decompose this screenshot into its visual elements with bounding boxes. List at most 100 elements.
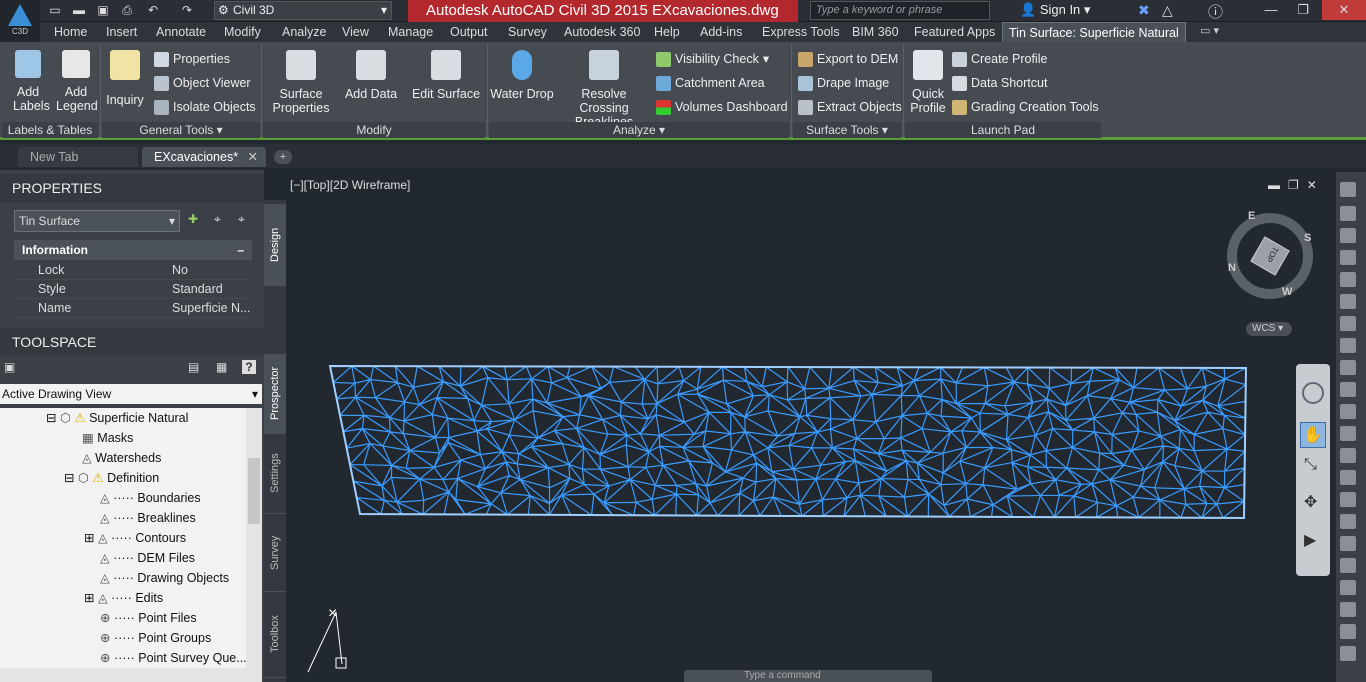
open-icon[interactable]: ▬ (70, 2, 88, 18)
resolve-crossing-breaklines-button[interactable]: Resolve Crossing Breaklines (558, 50, 650, 129)
ribbon-options-icon[interactable]: ▭ ▾ (1200, 24, 1219, 37)
print-icon[interactable]: ⎙ (118, 2, 136, 18)
tool-icon[interactable] (1340, 580, 1356, 595)
isolate-objects-button[interactable]: Isolate Objects (154, 96, 256, 118)
visibility-check-button[interactable]: Visibility Check ▾ (656, 48, 769, 70)
properties-button[interactable]: Properties (154, 48, 230, 70)
pan-icon[interactable]: ✋ (1300, 422, 1326, 448)
tab-bim-360[interactable]: BIM 360 (846, 22, 905, 42)
compass-w[interactable]: W (1282, 286, 1292, 298)
steering-wheel-icon[interactable] (1302, 382, 1324, 404)
minimize-button[interactable]: — (1256, 0, 1286, 20)
tab-featured-apps[interactable]: Featured Apps (908, 22, 1001, 42)
tree-item-boundaries[interactable]: ◬ ····· Boundaries (0, 488, 262, 508)
new-icon[interactable]: ▭ (46, 2, 64, 18)
tool-icon[interactable] (1340, 470, 1356, 485)
tab-modify[interactable]: Modify (218, 22, 267, 42)
tab-express-tools[interactable]: Express Tools (756, 22, 846, 42)
pickadd-icon[interactable]: ⌖ (238, 212, 245, 227)
tab-add-ins[interactable]: Add-ins (694, 22, 748, 42)
active-drawing-view-select[interactable]: Active Drawing View ▾ (0, 384, 262, 404)
tool-icon[interactable] (1340, 624, 1356, 639)
tool-icon[interactable] (1340, 448, 1356, 463)
edit-surface-button[interactable]: Edit Surface (408, 50, 484, 101)
wcs-menu[interactable]: WCS ▾ (1246, 322, 1292, 336)
compass-s[interactable]: S (1304, 232, 1311, 244)
volumes-dashboard-button[interactable]: Volumes Dashboard (656, 96, 788, 118)
add-legend-button[interactable]: Add Legend (54, 50, 98, 113)
vtab-design[interactable]: Design (264, 204, 286, 286)
tab-insert[interactable]: Insert (100, 22, 143, 42)
prop-row-lock[interactable]: Lock No (14, 261, 252, 280)
inquiry-button[interactable]: Inquiry (104, 50, 146, 107)
vtab-survey[interactable]: Survey (264, 514, 286, 592)
close-tab-icon[interactable]: ✕ (248, 147, 258, 167)
tab-manage[interactable]: Manage (382, 22, 439, 42)
panel-title-general[interactable]: General Tools ▾ (102, 122, 260, 138)
tool-icon[interactable] (1340, 514, 1356, 529)
tool-icon[interactable] (1340, 382, 1356, 397)
panel-title-labels[interactable]: Labels & Tables (2, 122, 98, 138)
tab-analyze[interactable]: Analyze (276, 22, 332, 42)
close-button[interactable]: ✕ (1322, 0, 1366, 20)
drape-image-button[interactable]: Drape Image (798, 72, 889, 94)
tool-icon[interactable] (1340, 338, 1356, 353)
extract-objects-button[interactable]: Extract Objects (798, 96, 902, 118)
tool-icon[interactable] (1340, 228, 1356, 243)
tab-autodesk-360[interactable]: Autodesk 360 (558, 22, 646, 42)
tab-home[interactable]: Home (48, 22, 93, 42)
showmotion-icon[interactable]: ▶ (1304, 530, 1316, 550)
information-section-header[interactable]: Information – (14, 240, 252, 260)
tool-icon[interactable] (1340, 426, 1356, 441)
tab-annotate[interactable]: Annotate (150, 22, 212, 42)
tab-help[interactable]: Help (648, 22, 686, 42)
tool-icon[interactable] (1340, 602, 1356, 617)
panel-title-analyze[interactable]: Analyze ▾ (489, 122, 789, 138)
tree-item-dem-files[interactable]: ◬ ····· DEM Files (0, 548, 262, 568)
tool-icon[interactable] (1340, 360, 1356, 375)
command-line[interactable]: Type a command (684, 670, 932, 682)
a360-icon[interactable]: △ (1162, 2, 1173, 19)
tree-item-superficie-natural[interactable]: ⊟ ⬡ ⚠ Superficie Natural (0, 408, 262, 428)
tab-output[interactable]: Output (444, 22, 494, 42)
new-tab-plus-icon[interactable]: + (274, 150, 292, 164)
tree-item-watersheds[interactable]: ◬ Watersheds (0, 448, 262, 468)
tool-icon[interactable] (1340, 182, 1356, 197)
tab-excavaciones[interactable]: EXcavaciones* ✕ (142, 147, 266, 167)
tree-scroll-thumb[interactable] (248, 458, 260, 524)
tool-icon[interactable] (1340, 206, 1356, 221)
undo-icon[interactable]: ↶ (144, 2, 162, 18)
tool-icon[interactable] (1340, 558, 1356, 573)
workspace-select[interactable]: ⚙ Civil 3D ▾ (214, 1, 392, 20)
tab-new-tab[interactable]: New Tab (18, 147, 138, 167)
tool-icon[interactable] (1340, 404, 1356, 419)
help-icon[interactable]: ⓘ (1208, 1, 1223, 22)
tree-item-definition[interactable]: ⊟ ⬡ ⚠ Definition (0, 468, 262, 488)
sign-in-button[interactable]: 👤 Sign In ▾ (1020, 2, 1090, 18)
tool-icon[interactable] (1340, 646, 1356, 661)
tree-item-point-files[interactable]: ⊕ ····· Point Files (0, 608, 262, 628)
maximize-button[interactable]: ❐ (1288, 0, 1318, 20)
prop-row-style[interactable]: Style Standard (14, 280, 252, 299)
redo-icon[interactable]: ↷ (178, 2, 196, 18)
exchange-icon[interactable]: ✖ (1138, 2, 1150, 19)
tree-item-drawing-objects[interactable]: ◬ ····· Drawing Objects (0, 568, 262, 588)
quick-profile-button[interactable]: Quick Profile (906, 50, 950, 115)
search-input[interactable]: Type a keyword or phrase (810, 1, 990, 20)
tree-scrollbar[interactable] (246, 408, 262, 668)
tree-item-edits[interactable]: ⊞ ◬ ····· Edits (0, 588, 262, 608)
vtab-toolbox[interactable]: Toolbox (264, 592, 286, 678)
panel-title-modify[interactable]: Modify (263, 122, 485, 138)
tree-item-point-groups[interactable]: ⊕ ····· Point Groups (0, 628, 262, 648)
compass-e[interactable]: E (1248, 210, 1255, 222)
add-data-button[interactable]: Add Data (342, 50, 400, 101)
tab-view[interactable]: View (336, 22, 375, 42)
orbit-icon[interactable]: ✥ (1304, 492, 1317, 512)
zoom-extents-icon[interactable]: ⤡ (1304, 456, 1317, 474)
globe-icon[interactable] (1340, 316, 1356, 331)
help-icon[interactable]: ? (242, 360, 256, 374)
export-dem-button[interactable]: Export to DEM (798, 48, 898, 70)
save-icon[interactable]: ▣ (94, 2, 112, 18)
grading-creation-tools-button[interactable]: Grading Creation Tools (952, 96, 1099, 118)
select-objects-icon[interactable]: ⌖ (214, 212, 221, 227)
